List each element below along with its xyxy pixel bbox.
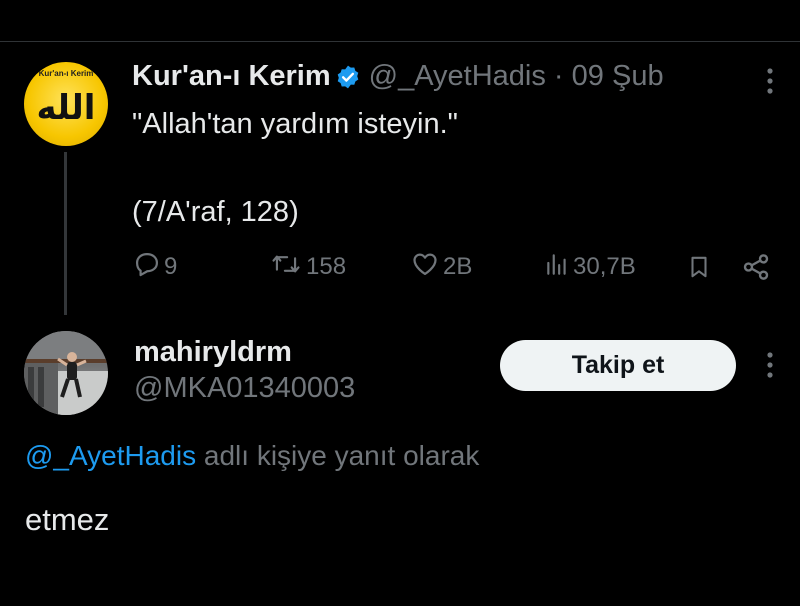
views-action[interactable]: 30,7B [544, 250, 636, 284]
retweet-count: 158 [306, 253, 347, 280]
top-divider [0, 41, 800, 42]
reply-icon [133, 250, 164, 285]
more-options-icon[interactable] [762, 66, 778, 101]
reply-author-name[interactable]: mahiryldrm [134, 336, 292, 369]
retweet-action[interactable]: 158 [269, 250, 346, 284]
share-icon[interactable] [741, 250, 774, 284]
avatar-photo [24, 331, 108, 415]
reply-to-mention-link[interactable]: @_AyetHadis [25, 440, 196, 471]
date-separator: · [545, 60, 572, 92]
views-count: 30,7B [573, 253, 636, 280]
tweet-date[interactable]: 09 Şub [572, 60, 664, 92]
retweet-icon [269, 250, 306, 285]
replying-to: @_AyetHadis adlı kişiye yanıt olarak [25, 440, 479, 472]
avatar-caption: Kur'an-ı Kerim [38, 69, 94, 78]
original-author-avatar[interactable]: Kur'an-ı Kerim الله [24, 62, 108, 146]
reply-action[interactable]: 9 [133, 250, 177, 284]
views-chart-icon [544, 250, 573, 285]
follow-button[interactable]: Takip et [500, 340, 736, 391]
reply-to-suffix: adlı kişiye yanıt olarak [196, 440, 480, 471]
verified-badge-icon [335, 64, 361, 98]
original-tweet-header: Kur'an-ı Kerim @_AyetHadis · 09 Şub [132, 60, 664, 98]
reply-more-options-icon[interactable] [762, 350, 778, 385]
tweet-text: "Allah'tan yardım isteyin." [132, 108, 458, 140]
reply-author-avatar[interactable] [24, 331, 108, 415]
original-author-name[interactable]: Kur'an-ı Kerim [132, 60, 331, 92]
original-author-handle[interactable]: @_AyetHadis [369, 60, 546, 92]
like-count: 2B [443, 253, 473, 280]
reply-author-handle[interactable]: @MKA01340003 [134, 372, 355, 405]
avatar-calligraphy: الله [36, 88, 96, 128]
thread-line [64, 152, 67, 315]
reply-count: 9 [164, 253, 178, 280]
heart-icon [410, 250, 443, 285]
reply-text: etmez [25, 502, 110, 537]
tweet-reference: (7/A'raf, 128) [132, 196, 299, 228]
bookmark-icon[interactable] [686, 250, 715, 284]
like-action[interactable]: 2B [410, 250, 472, 284]
